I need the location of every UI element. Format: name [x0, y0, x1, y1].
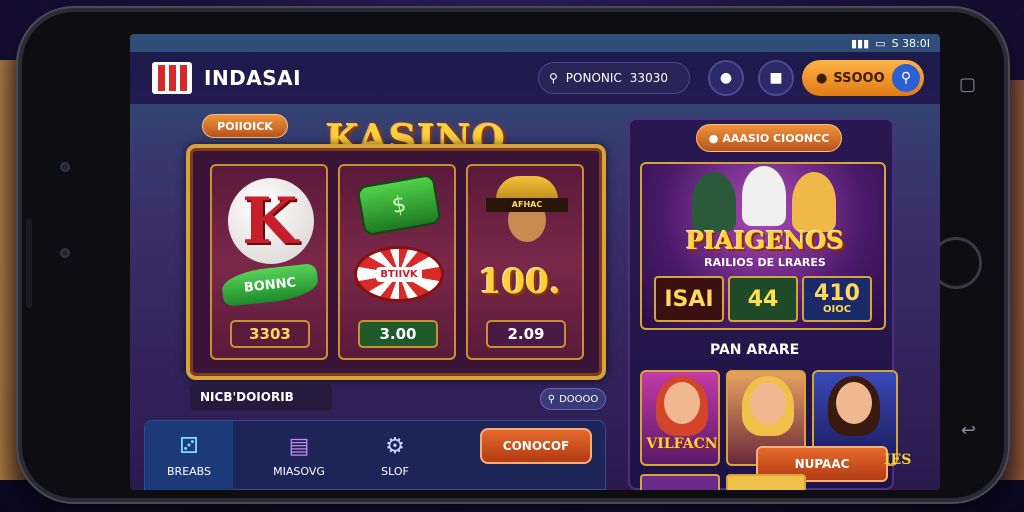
promo-subtitle: RAILIOS DE LRARES [704, 256, 826, 269]
promo-banner[interactable]: PIAIGENOS RAILIOS DE LRARES ISAI 44 410 … [640, 162, 886, 330]
reel-1-value: 3303 [230, 320, 310, 348]
coin-icon[interactable]: ● [708, 60, 744, 96]
promo-number-2: 44 [728, 276, 798, 322]
back-icon[interactable]: ↩ [961, 420, 976, 441]
promo-number-3: 410 OIOC [802, 276, 872, 322]
coin-small-icon: ● [708, 131, 719, 145]
search-label: PONONIC [565, 71, 622, 85]
reel-3[interactable]: AFHAC 100. 2.09 [466, 164, 584, 360]
tab-label: SLOF [381, 465, 409, 478]
character-figure [742, 166, 786, 226]
wallet-icon: ▤ [288, 434, 310, 459]
app-screen: ▮▮▮ ▭ S 38:0I INDASAI ⚲ PONONIC 33030 ● … [130, 34, 940, 490]
tab-breabs[interactable]: ⚂ BREABS [145, 421, 233, 490]
promo-panel: ● AAASIO CIOONCC PIAIGENOS RAILIOS DE LR… [628, 118, 911, 490]
slot-footer-button-label: DOOOO [559, 393, 599, 405]
reel-1[interactable]: K BONNC 3303 [210, 164, 328, 360]
reel-2-value: 3.00 [358, 320, 438, 348]
tab-slof[interactable]: ⚙ SLOF [351, 421, 439, 490]
phone-sensor-icon [60, 248, 70, 258]
gear-icon: ⚙ [385, 434, 405, 459]
phone-side-button [26, 218, 32, 308]
character-figure [792, 172, 836, 232]
signal-icon: ▮▮▮ [850, 36, 870, 50]
status-time: S 38:0I [891, 36, 930, 50]
coin-small-icon: ● [816, 70, 828, 86]
game-thumb-row-2[interactable] [726, 474, 806, 490]
slot-machine: K BONNC 3303 $ BTIIVK 3.00 AFHAC 100. 2.… [186, 144, 606, 380]
app-title: INDASAI [204, 66, 302, 90]
recent-apps-icon[interactable]: ▢ [959, 74, 976, 95]
app-header: INDASAI ⚲ PONONIC 33030 ● ■ ● SSOOO ⚲ [130, 52, 940, 104]
app-logo[interactable] [152, 62, 192, 94]
promo-number-3-value: 410 [814, 281, 860, 306]
shield-icon[interactable]: ■ [758, 60, 794, 96]
letter-k-symbol: K [228, 178, 314, 264]
status-bar: ▮▮▮ ▭ S 38:0I [851, 34, 930, 52]
bonus-leaf-symbol: BONNC [220, 263, 320, 307]
games-section-title: PAN ARARE [710, 342, 800, 358]
promo-pill-button[interactable]: ● AAASIO CIOONCC [696, 124, 842, 152]
contact-button[interactable]: CONOCOF [480, 428, 592, 464]
search-small-icon: ⚲ [547, 393, 556, 405]
phone-frame: ▢ ↩ ▮▮▮ ▭ S 38:0I INDASAI ⚲ PONONIC 3303… [18, 8, 1008, 502]
game-thumb-1-label: VILFACN [646, 436, 718, 452]
hundred-symbol: 100. [478, 262, 561, 302]
promo-number-1: ISAI [654, 276, 724, 322]
slot-category-tag[interactable]: POIIOICK [202, 114, 288, 138]
tab-label: MIASOVG [273, 465, 325, 478]
dice-icon: ⚂ [179, 434, 199, 459]
battery-icon: ▭ [875, 36, 886, 50]
deposit-button-label: SSOOO [833, 70, 885, 86]
slot-footer-button[interactable]: ⚲ DOOOO [540, 388, 606, 410]
search-icon: ⚲ [549, 71, 558, 85]
deposit-button[interactable]: ● SSOOO ⚲ [802, 60, 924, 96]
poker-chip-symbol: BTIIVK [354, 246, 444, 302]
game-thumb-row-2[interactable] [640, 474, 720, 490]
game-thumb-1[interactable]: VILFACN [640, 370, 720, 466]
phone-camera-icon [60, 162, 70, 172]
character-figure [692, 172, 736, 232]
slot-footer-label: NICB'DOIORIB [190, 384, 332, 410]
promo-pill-label: AAASIO CIOONCC [722, 131, 830, 145]
character-symbol: AFHAC [486, 176, 568, 246]
promo-number-3-sub: OIOC [822, 304, 852, 315]
tab-miasovg[interactable]: ▤ MIASOVG [255, 421, 343, 490]
magnifier-icon[interactable]: ⚲ [892, 64, 920, 92]
reel-2[interactable]: $ BTIIVK 3.00 [338, 164, 456, 360]
tab-label: BREABS [167, 465, 211, 478]
game-side-label: IES [884, 452, 912, 468]
search-value: 33030 [629, 71, 668, 85]
cash-symbol: $ [356, 173, 442, 237]
promo-title: PIAIGENOS [685, 226, 845, 255]
balance-search-field[interactable]: ⚲ PONONIC 33030 [538, 62, 690, 94]
reel-3-value: 2.09 [486, 320, 566, 348]
